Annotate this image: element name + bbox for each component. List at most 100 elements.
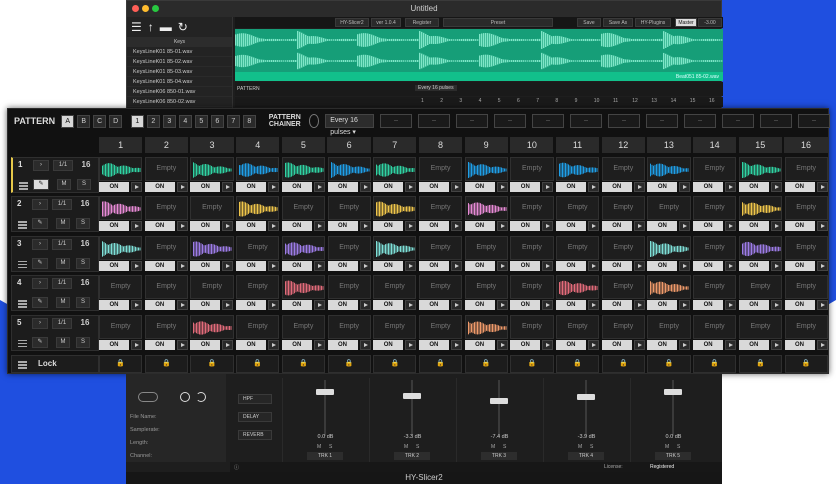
- direction-button[interactable]: ›: [32, 278, 48, 290]
- menu-icon[interactable]: ☰: [131, 20, 142, 34]
- step-play-button[interactable]: [542, 339, 554, 350]
- step-play-button[interactable]: [405, 339, 417, 350]
- step-play-button[interactable]: [542, 182, 554, 192]
- step-on-toggle[interactable]: ON: [373, 339, 404, 350]
- step-pad[interactable]: Empty: [281, 196, 326, 221]
- step-pad[interactable]: Empty: [784, 196, 828, 221]
- step-play-button[interactable]: [359, 300, 371, 311]
- step-pad[interactable]: [281, 275, 326, 300]
- menu-icon[interactable]: [18, 300, 27, 309]
- solo-button[interactable]: S: [76, 218, 90, 230]
- step-play-button[interactable]: [679, 339, 691, 350]
- step-pad[interactable]: Empty: [647, 314, 691, 339]
- step-on-toggle[interactable]: ON: [556, 221, 586, 232]
- step-play-button[interactable]: [222, 339, 234, 350]
- step-play-button[interactable]: [816, 221, 828, 232]
- mute-button[interactable]: M: [317, 444, 321, 450]
- step-on-toggle[interactable]: ON: [281, 260, 312, 271]
- step-pad[interactable]: [647, 275, 691, 300]
- steps-value[interactable]: 16: [76, 239, 94, 250]
- step-play-button[interactable]: [496, 339, 508, 350]
- step-play-button[interactable]: [816, 260, 828, 271]
- step-pad[interactable]: [99, 157, 143, 181]
- pattern-bank-button[interactable]: A: [61, 114, 75, 128]
- step-pad[interactable]: Empty: [647, 196, 691, 221]
- file-item[interactable]: KeysLineK01 85-02.wav: [127, 57, 232, 67]
- step-pad[interactable]: Empty: [784, 157, 828, 181]
- fader-knob[interactable]: [577, 393, 595, 400]
- waveform-display[interactable]: Beat051 85-02.wav: [235, 29, 723, 81]
- step-on-toggle[interactable]: ON: [601, 182, 632, 192]
- step-play-button[interactable]: [268, 260, 280, 271]
- step-pad[interactable]: Empty: [190, 275, 234, 300]
- step-on-toggle[interactable]: ON: [236, 260, 267, 271]
- solo-button[interactable]: S: [76, 297, 90, 309]
- step-play-button[interactable]: [268, 339, 280, 350]
- step-on-toggle[interactable]: ON: [373, 182, 404, 192]
- step-on-toggle[interactable]: ON: [190, 221, 221, 232]
- menu-icon[interactable]: [18, 260, 27, 270]
- step-play-button[interactable]: [633, 300, 645, 311]
- step-play-button[interactable]: [725, 339, 737, 350]
- step-on-toggle[interactable]: ON: [236, 339, 267, 350]
- step-pad[interactable]: Empty: [418, 314, 463, 339]
- step-on-toggle[interactable]: ON: [784, 300, 815, 311]
- step-on-toggle[interactable]: ON: [144, 260, 175, 271]
- step-on-toggle[interactable]: ON: [601, 221, 632, 232]
- step-play-button[interactable]: [359, 182, 371, 192]
- step-lock-icon[interactable]: 🔒: [510, 355, 554, 373]
- step-play-button[interactable]: [633, 221, 645, 232]
- step-on-toggle[interactable]: ON: [327, 182, 358, 192]
- step-play-button[interactable]: [816, 300, 828, 311]
- step-pad[interactable]: Empty: [510, 314, 554, 339]
- step-on-toggle[interactable]: ON: [647, 339, 678, 350]
- step-pad[interactable]: Empty: [601, 157, 645, 181]
- step-pad[interactable]: [556, 275, 600, 300]
- step-pad[interactable]: [327, 157, 371, 181]
- step-on-toggle[interactable]: ON: [693, 300, 724, 311]
- step-play-button[interactable]: [588, 182, 599, 192]
- rate-selector[interactable]: 1/1: [52, 317, 72, 329]
- pattern-number-button[interactable]: 8: [242, 114, 256, 128]
- step-play-button[interactable]: [542, 300, 554, 311]
- step-on-toggle[interactable]: ON: [738, 339, 769, 350]
- chain-slot[interactable]: --: [722, 114, 754, 128]
- edit-icon[interactable]: ✎: [32, 336, 48, 348]
- step-pad[interactable]: [738, 235, 783, 260]
- step-on-toggle[interactable]: ON: [647, 182, 678, 192]
- fader-knob[interactable]: [490, 397, 508, 404]
- step-on-toggle[interactable]: ON: [373, 300, 404, 311]
- mute-button[interactable]: M: [57, 179, 71, 190]
- step-pad[interactable]: Empty: [784, 235, 828, 260]
- fader-knob[interactable]: [403, 392, 421, 399]
- step-play-button[interactable]: [633, 260, 645, 271]
- rate-selector[interactable]: 1/1: [52, 199, 72, 211]
- solo-button[interactable]: S: [677, 444, 680, 450]
- step-play-button[interactable]: [542, 221, 554, 232]
- step-lock-icon[interactable]: 🔒: [738, 355, 783, 373]
- step-play-button[interactable]: [222, 182, 234, 192]
- step-pad[interactable]: [738, 196, 783, 221]
- solo-button[interactable]: S: [590, 444, 593, 450]
- step-on-toggle[interactable]: ON: [236, 300, 267, 311]
- step-on-toggle[interactable]: ON: [418, 339, 449, 350]
- menu-icon[interactable]: [18, 339, 27, 349]
- step-pad[interactable]: [373, 157, 417, 181]
- rate-selector[interactable]: 1/1: [53, 160, 73, 171]
- step-pad[interactable]: [190, 157, 234, 181]
- step-play-button[interactable]: [176, 300, 188, 311]
- step-lock-icon[interactable]: 🔒: [556, 355, 600, 373]
- step-play-button[interactable]: [725, 260, 737, 271]
- step-play-button[interactable]: [405, 260, 417, 271]
- step-lock-icon[interactable]: 🔒: [236, 355, 280, 373]
- step-on-toggle[interactable]: ON: [556, 182, 586, 192]
- close-window-button[interactable]: [132, 5, 139, 12]
- info-icon[interactable]: ⓘ: [234, 464, 239, 471]
- record-icon[interactable]: [180, 392, 190, 402]
- step-pad[interactable]: Empty: [190, 196, 234, 221]
- step-pad[interactable]: Empty: [784, 275, 828, 300]
- step-pad[interactable]: Empty: [510, 275, 554, 300]
- step-play-button[interactable]: [679, 182, 691, 192]
- step-on-toggle[interactable]: ON: [693, 339, 724, 350]
- pattern-bank-button[interactable]: B: [77, 114, 91, 128]
